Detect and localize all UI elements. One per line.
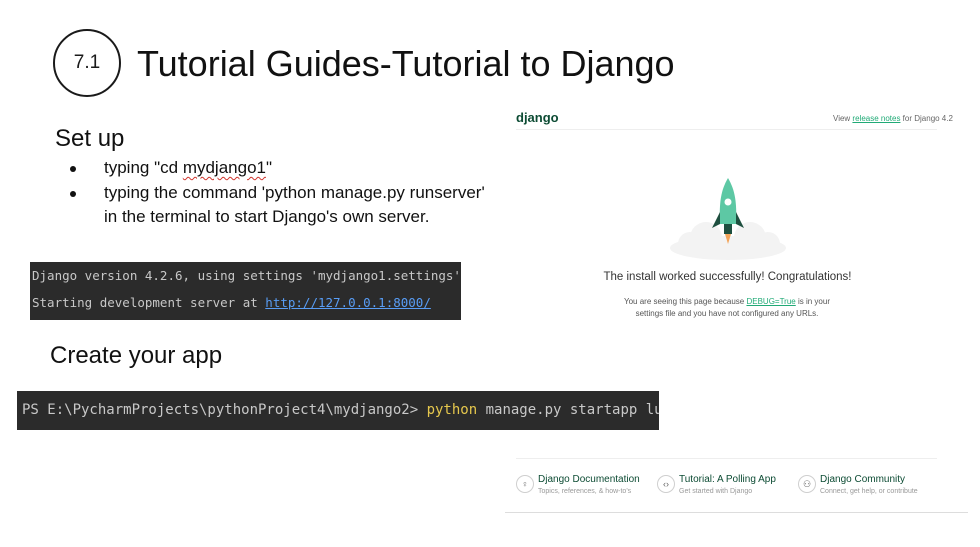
terminal-server-prefix: Starting development server at bbox=[32, 295, 266, 310]
install-success-message: The install worked successfully! Congrat… bbox=[603, 271, 852, 283]
setup-bullet-2: typing the command 'python manage.py run… bbox=[70, 181, 490, 230]
footer-item-subtitle: Get started with Django bbox=[679, 488, 753, 495]
bullet-2-text: typing the command 'python manage.py run… bbox=[104, 182, 485, 227]
footer-item-subtitle: Topics, references, & how-to's bbox=[538, 488, 632, 495]
terminal-keyword: python bbox=[426, 402, 478, 418]
section-number-badge: 7.1 bbox=[53, 29, 121, 97]
terminal-command: manage.py startapp lucky1 bbox=[485, 402, 659, 418]
footer-documentation-link[interactable]: ♀ Django Documentation Topics, reference… bbox=[516, 473, 640, 498]
terminal-line-version: Django version 4.2.6, using settings 'my… bbox=[32, 268, 461, 283]
panel-bottom-border bbox=[505, 512, 968, 513]
setup-bullet-list: typing "cd mydjango1" typing the command… bbox=[70, 156, 490, 230]
terminal-prompt: PS E:\PycharmProjects\pythonProject4\myd… bbox=[22, 402, 427, 418]
page-title: Tutorial Guides-Tutorial to Django bbox=[137, 43, 675, 84]
footer-tutorial-link[interactable]: ‹› Tutorial: A Polling App Get started w… bbox=[657, 473, 776, 498]
django-logo: django bbox=[516, 110, 559, 125]
code-icon: ‹› bbox=[657, 475, 675, 493]
bullet-1-spellcheck-word: mydjango1 bbox=[182, 158, 266, 177]
header-divider bbox=[516, 129, 937, 130]
create-app-heading: Create your app bbox=[50, 342, 223, 369]
release-suffix: for Django 4.2 bbox=[900, 114, 953, 123]
release-notes-text: View release notes for Django 4.2 bbox=[833, 114, 953, 123]
section-number: 7.1 bbox=[73, 52, 101, 73]
debug-true-link[interactable]: DEBUG=True bbox=[746, 297, 795, 306]
bullet-1-after: " bbox=[265, 158, 273, 177]
release-prefix: View bbox=[833, 114, 853, 123]
runserver-terminal: Django version 4.2.6, using settings 'my… bbox=[30, 262, 461, 320]
rocket-icon bbox=[670, 178, 786, 260]
footer-item-subtitle: Connect, get help, or contribute bbox=[820, 488, 918, 495]
bullet-icon bbox=[70, 190, 76, 197]
release-notes-link[interactable]: release notes bbox=[852, 114, 900, 123]
footer-item-title: Django Community bbox=[820, 474, 906, 485]
footer-divider bbox=[516, 458, 937, 459]
footer-item-title: Django Documentation bbox=[538, 474, 640, 485]
startapp-terminal: PS E:\PycharmProjects\pythonProject4\myd… bbox=[17, 391, 659, 430]
lightbulb-icon: ♀ bbox=[516, 475, 534, 493]
terminal-line-server: Starting development server at http://12… bbox=[32, 295, 431, 310]
footer-community-link[interactable]: ⚇ Django Community Connect, get help, or… bbox=[798, 473, 918, 498]
server-url-link[interactable]: http://127.0.0.1:8000/ bbox=[265, 295, 431, 310]
debug-prefix: You are seeing this page because bbox=[624, 297, 747, 306]
bullet-1-before: typing "cd bbox=[104, 158, 183, 177]
footer-item-title: Tutorial: A Polling App bbox=[679, 474, 776, 485]
debug-info-text: You are seeing this page because DEBUG=T… bbox=[617, 296, 837, 320]
community-icon: ⚇ bbox=[798, 475, 816, 493]
setup-heading: Set up bbox=[55, 125, 125, 152]
bullet-icon bbox=[70, 166, 76, 172]
setup-bullet-1: typing "cd mydjango1" bbox=[70, 156, 490, 181]
